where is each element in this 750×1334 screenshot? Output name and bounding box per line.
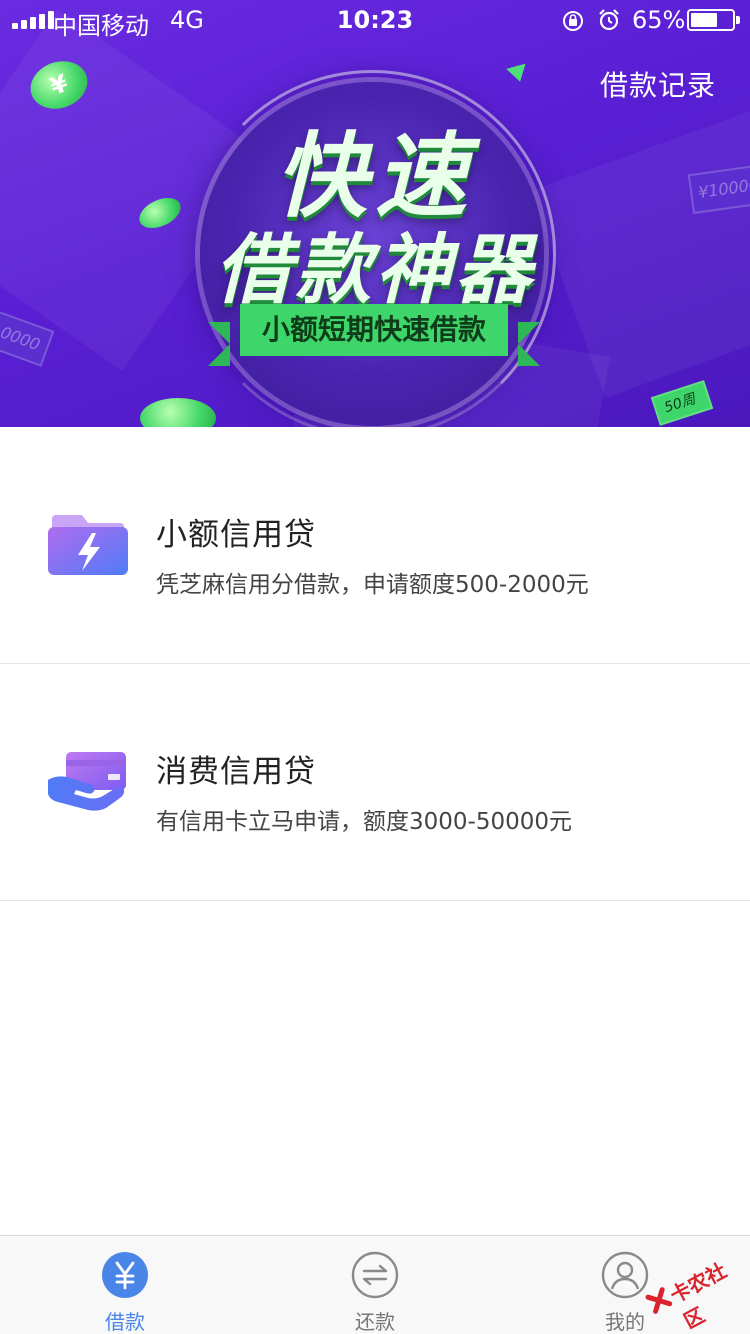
loan-records-link[interactable]: 借款记录: [600, 64, 716, 104]
alarm-icon: [599, 9, 619, 31]
battery-percent: 65%: [632, 6, 686, 34]
battery-icon: [687, 9, 740, 31]
status-bar: 中国移动 4G 10:23 65%: [0, 0, 750, 40]
banner-title-line2: 借款神器: [215, 225, 535, 314]
yen-icon: [102, 1252, 148, 1298]
loan-option-small-credit[interactable]: 小额信用贷 凭芝麻信用分借款，申请额度500-2000元: [0, 427, 750, 664]
loan-title: 消费信用贷: [156, 754, 316, 790]
tab-repay[interactable]: 还款: [250, 1236, 500, 1334]
lightning-wallet-icon: [48, 515, 128, 575]
rotation-lock-icon: [563, 11, 583, 31]
ribbon-tail-left: [208, 322, 230, 366]
hero-banner[interactable]: 中国移动 4G 10:23 65% ¥ ¥10000 10000 50周 快速 …: [0, 0, 750, 427]
tab-borrow[interactable]: 借款: [0, 1236, 250, 1334]
banner-ribbon: 小额短期快速借款: [240, 304, 508, 356]
coin-icon: [140, 398, 216, 427]
loan-title: 小额信用贷: [156, 517, 316, 553]
exchange-icon: [351, 1251, 399, 1299]
tab-label: 借款: [105, 1310, 145, 1334]
loan-option-consumer-credit[interactable]: 消费信用贷 有信用卡立马申请，额度3000-50000元: [0, 664, 750, 901]
tab-label: 还款: [355, 1310, 395, 1334]
confetti-shape: [506, 63, 530, 85]
loan-description: 凭芝麻信用分借款，申请额度500-2000元: [156, 572, 589, 598]
banknote-icon: 50周: [650, 380, 714, 426]
loan-description: 有信用卡立马申请，额度3000-50000元: [156, 809, 572, 835]
hand-card-icon: [48, 752, 126, 811]
ribbon-tail-right: [518, 322, 540, 366]
screen: 中国移动 4G 10:23 65% ¥ ¥10000 10000 50周 快速 …: [0, 0, 750, 1334]
